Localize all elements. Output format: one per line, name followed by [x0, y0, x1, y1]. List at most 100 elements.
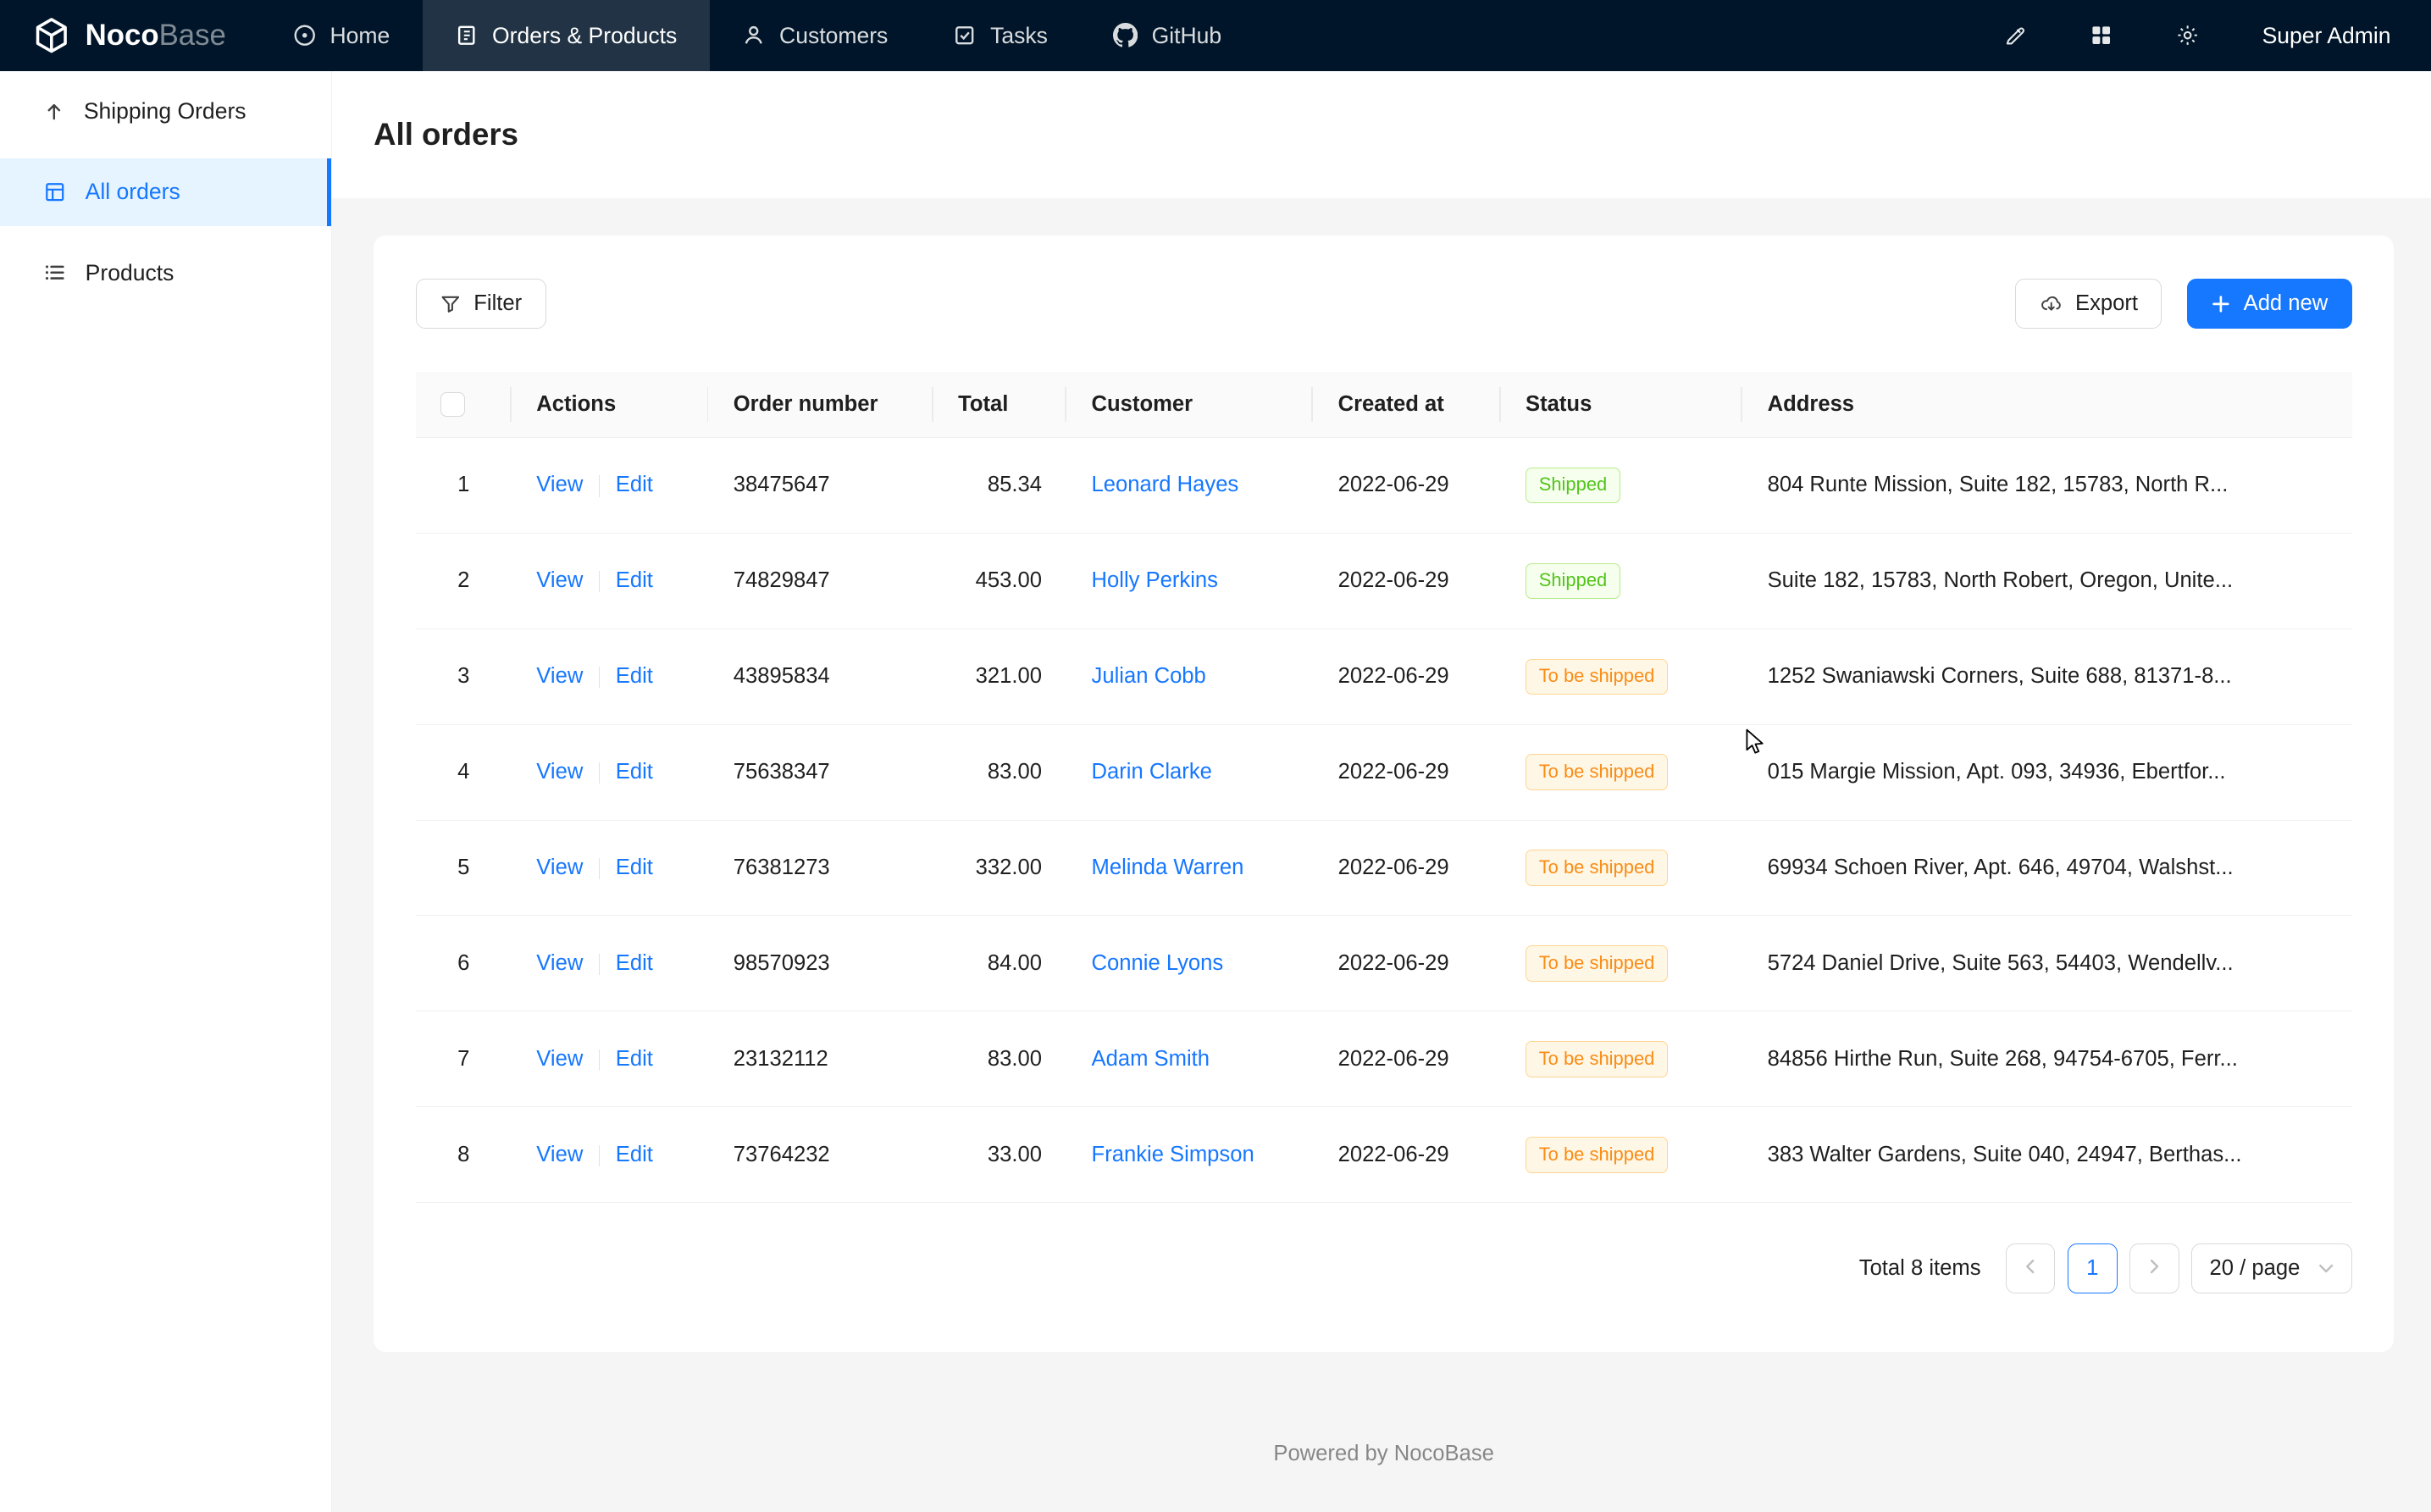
select-all-checkbox[interactable] — [440, 392, 465, 417]
customer-cell: Connie Lyons — [1066, 916, 1313, 1011]
actions-cell: View Edit — [512, 533, 708, 629]
order-number-cell: 38475647 — [708, 437, 933, 533]
customer-link[interactable]: Julian Cobb — [1092, 664, 1206, 688]
table-row[interactable]: 8 ViewEdit 73764232 33.00 Frankie Simpso… — [416, 1107, 2352, 1203]
table-row[interactable]: 6 ViewEdit 98570923 84.00 Connie Lyons 2… — [416, 916, 2352, 1011]
table-row[interactable]: 4 ViewEdit 75638347 83.00 Darin Clarke 2… — [416, 724, 2352, 820]
row-index: 4 — [416, 724, 512, 820]
nav-item-orders-products[interactable]: Orders & Products — [423, 0, 710, 71]
view-link[interactable]: View — [536, 664, 583, 688]
status-badge: Shipped — [1526, 563, 1620, 599]
table-row[interactable]: 2 ViewEdit 74829847 453.00 Holly Perkins… — [416, 533, 2352, 629]
customer-link[interactable]: Frankie Simpson — [1092, 1143, 1254, 1166]
plus-icon — [2211, 294, 2231, 314]
customer-link[interactable]: Holly Perkins — [1092, 568, 1218, 592]
column-header-order-number: Order number — [708, 372, 933, 437]
sidebar-item-shipping-orders[interactable]: Shipping Orders — [0, 78, 331, 147]
actions-cell: View Edit — [512, 437, 708, 533]
order-number-cell: 43895834 — [708, 629, 933, 724]
chevron-down-icon — [2318, 1260, 2334, 1276]
customer-cell: Julian Cobb — [1066, 629, 1313, 724]
edit-link[interactable]: Edit — [616, 856, 653, 879]
created-at-cell: 2022-06-29 — [1313, 437, 1500, 533]
table-row[interactable]: 3 ViewEdit 43895834 321.00 Julian Cobb 2… — [416, 629, 2352, 724]
table-row[interactable]: 1 ViewEdit 38475647 85.34 Leonard Hayes … — [416, 437, 2352, 533]
status-cell: To be shipped — [1501, 1011, 1743, 1107]
view-link[interactable]: View — [536, 1047, 583, 1071]
customer-link[interactable]: Darin Clarke — [1092, 760, 1212, 784]
address-cell: 383 Walter Gardens, Suite 040, 24947, Be… — [1742, 1107, 2351, 1203]
add-new-button[interactable]: Add new — [2187, 279, 2352, 329]
status-badge: To be shipped — [1526, 1137, 1668, 1172]
edit-link[interactable]: Edit — [616, 473, 653, 496]
created-at-cell: 2022-06-29 — [1313, 1107, 1500, 1203]
main-nav: Home Orders & Products Customers Tasks — [260, 0, 1254, 71]
edit-link[interactable]: Edit — [616, 760, 653, 784]
status-badge: Shipped — [1526, 468, 1620, 503]
table-row[interactable]: 7 ViewEdit 23132112 83.00 Adam Smith 202… — [416, 1011, 2352, 1107]
prev-page-button[interactable] — [2006, 1243, 2056, 1293]
actions-cell: View Edit — [512, 820, 708, 916]
view-link[interactable]: View — [536, 951, 583, 975]
status-cell: Shipped — [1501, 533, 1743, 629]
row-index: 6 — [416, 916, 512, 1011]
home-icon — [293, 24, 316, 47]
status-cell: To be shipped — [1501, 916, 1743, 1011]
sidebar-item-label: Products — [86, 260, 174, 286]
nav-item-customers[interactable]: Customers — [710, 0, 921, 71]
edit-link[interactable]: Edit — [616, 951, 653, 975]
nav-item-tasks[interactable]: Tasks — [921, 0, 1081, 71]
view-link[interactable]: View — [536, 760, 583, 784]
table-row[interactable]: 5 ViewEdit 76381273 332.00 Melinda Warre… — [416, 820, 2352, 916]
user-menu[interactable]: Super Admin — [2262, 23, 2391, 49]
total-cell: 83.00 — [933, 724, 1066, 820]
page-number-button[interactable]: 1 — [2068, 1243, 2118, 1293]
app-window: NocoBase Home Orders & Products Cust — [0, 0, 2431, 1512]
edit-link[interactable]: Edit — [616, 1047, 653, 1071]
gear-icon[interactable] — [2175, 23, 2200, 47]
table-icon — [43, 180, 66, 203]
action-divider — [599, 762, 601, 784]
export-icon — [2040, 292, 2063, 315]
view-link[interactable]: View — [536, 1143, 583, 1166]
row-index: 1 — [416, 437, 512, 533]
action-divider — [599, 667, 601, 689]
export-button[interactable]: Export — [2015, 279, 2162, 329]
order-number-cell: 75638347 — [708, 724, 933, 820]
tasks-icon — [953, 24, 976, 47]
column-header-customer: Customer — [1066, 372, 1313, 437]
view-link[interactable]: View — [536, 473, 583, 496]
column-header-created-at: Created at — [1313, 372, 1500, 437]
view-link[interactable]: View — [536, 856, 583, 879]
sidebar-item-products[interactable]: Products — [0, 239, 331, 307]
actions-cell: View Edit — [512, 1011, 708, 1107]
sidebar-item-label: All orders — [86, 179, 180, 205]
nav-item-home[interactable]: Home — [260, 0, 423, 71]
brand[interactable]: NocoBase — [0, 0, 260, 71]
view-link[interactable]: View — [536, 568, 583, 592]
nav-item-github[interactable]: GitHub — [1080, 0, 1254, 71]
customer-link[interactable]: Leonard Hayes — [1092, 473, 1239, 496]
sidebar-item-all-orders[interactable]: All orders — [0, 158, 331, 227]
customer-link[interactable]: Adam Smith — [1092, 1047, 1210, 1071]
edit-link[interactable]: Edit — [616, 568, 653, 592]
edit-link[interactable]: Edit — [616, 1143, 653, 1166]
next-page-button[interactable] — [2129, 1243, 2179, 1293]
customers-icon — [742, 24, 765, 47]
customer-link[interactable]: Melinda Warren — [1092, 856, 1244, 879]
status-cell: To be shipped — [1501, 820, 1743, 916]
filter-button[interactable]: Filter — [416, 279, 546, 329]
table-toolbar: Filter Export — [416, 279, 2352, 329]
status-badge: To be shipped — [1526, 754, 1668, 789]
total-cell: 84.00 — [933, 916, 1066, 1011]
customer-cell: Adam Smith — [1066, 1011, 1313, 1107]
order-number-cell: 74829847 — [708, 533, 933, 629]
customer-link[interactable]: Connie Lyons — [1092, 951, 1224, 975]
edit-link[interactable]: Edit — [616, 664, 653, 688]
highlighter-icon[interactable] — [2003, 23, 2028, 47]
pagination: Total 8 items 1 — [416, 1243, 2352, 1293]
grid-icon[interactable] — [2090, 24, 2113, 47]
status-badge: To be shipped — [1526, 659, 1668, 695]
customer-cell: Leonard Hayes — [1066, 437, 1313, 533]
page-size-select[interactable]: 20 / page — [2191, 1243, 2351, 1293]
